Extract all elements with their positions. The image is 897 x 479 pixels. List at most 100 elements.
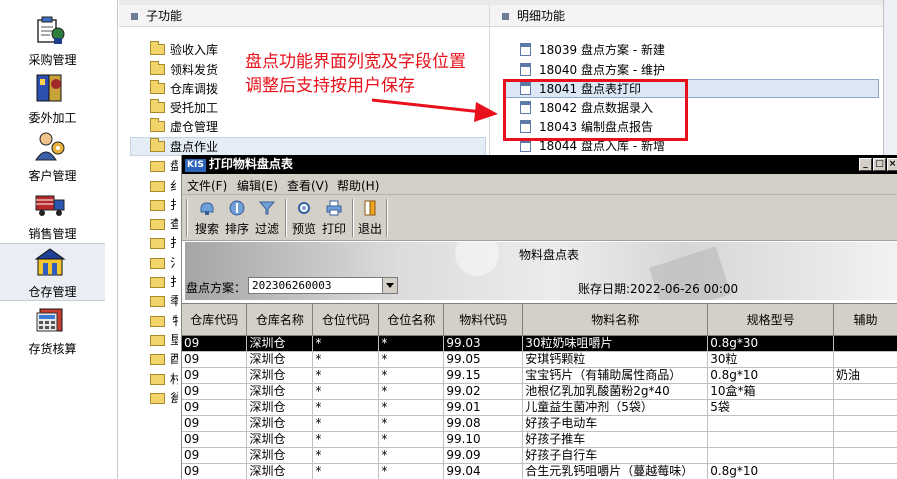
filter-button[interactable]: 过滤 xyxy=(253,198,281,238)
detail-item-18040[interactable]: 18040 盘点方案 - 维护 xyxy=(520,61,665,80)
nav-item-inventory-accounting[interactable]: 存货核算 xyxy=(0,301,105,359)
chevron-down-icon[interactable] xyxy=(382,278,397,293)
column-header[interactable]: 仓库名称 xyxy=(246,304,314,336)
table-cell xyxy=(707,447,835,464)
nav-item-customer[interactable]: 客户管理 xyxy=(0,128,105,186)
detail-item-18039[interactable]: 18039 盘点方案 - 新建 xyxy=(520,41,665,60)
preview-icon xyxy=(298,202,310,214)
annotation-highlight-box xyxy=(503,79,688,141)
tree-item-partial[interactable]: 扌 xyxy=(170,196,178,215)
table-row[interactable]: 09 深圳仓 * * 99.10 好孩子推车 xyxy=(182,431,897,448)
table-cell: * xyxy=(378,399,445,416)
close-icon[interactable]: × xyxy=(887,158,897,171)
folder-icon xyxy=(150,200,165,211)
tree-item-partial[interactable]: 秊 xyxy=(170,292,178,311)
table-cell xyxy=(707,415,835,432)
tree-item-acceptance-inbound[interactable]: 验收入库 xyxy=(150,41,218,60)
nav-label: 存货核算 xyxy=(28,342,77,356)
table-row[interactable]: 09 深圳仓 * * 99.01 儿童益生菌冲剂（5袋） 5袋 xyxy=(182,399,897,416)
table-cell: * xyxy=(378,383,445,400)
table-row[interactable]: 09 深圳仓 * * 99.09 好孩子自行车 xyxy=(182,447,897,464)
tree-item-partial[interactable]: 氵 xyxy=(170,254,178,273)
table-cell: 99.09 xyxy=(443,447,524,464)
document-icon xyxy=(520,43,531,56)
column-header[interactable]: 辅助 xyxy=(833,304,897,336)
tree-item-partial[interactable]: 村 xyxy=(170,370,178,389)
tree-item-material-issue[interactable]: 领料发货 xyxy=(150,61,218,80)
column-header[interactable]: 规格型号 xyxy=(707,304,835,336)
minimize-icon[interactable]: _ xyxy=(859,158,872,171)
detail-item-name: 盘点方案 - 维护 xyxy=(581,63,665,77)
filter-label: 过滤 xyxy=(254,222,279,236)
table-cell: 99.08 xyxy=(443,415,524,432)
table-row[interactable]: 09 深圳仓 * * 99.15 宝宝钙片（有辅助属性商品） 0.8g*10 奶油 xyxy=(182,367,897,384)
folder-icon xyxy=(150,316,165,327)
tree-item-partial[interactable]: 瓮 xyxy=(170,389,178,408)
table-cell: 99.02 xyxy=(443,383,524,400)
table-cell: * xyxy=(312,447,380,464)
table-cell: * xyxy=(312,463,380,479)
table-row[interactable]: 09 深圳仓 * * 99.02 池根亿乳加乳酸菌粉2g*40 10盒*箱 xyxy=(182,383,897,400)
search-label: 搜索 xyxy=(194,222,219,236)
folder-open-icon xyxy=(150,138,165,152)
table-row[interactable]: 09 深圳仓 * * 99.03 30粒奶味咀嚼片 0.8g*30 xyxy=(182,335,897,352)
table-cell xyxy=(707,431,835,448)
column-header[interactable]: 仓库代码 xyxy=(182,304,248,336)
column-header[interactable]: 物料代码 xyxy=(443,304,524,336)
table-cell xyxy=(833,415,897,432)
column-header[interactable]: 仓位代码 xyxy=(312,304,380,336)
tree-item-stocktaking[interactable]: 盘点作业 xyxy=(130,137,486,156)
tree-item-partial[interactable]: 盘 xyxy=(170,157,178,176)
table-cell: 0.8g*30 xyxy=(707,335,835,352)
table-cell: * xyxy=(312,431,380,448)
tree-item-partial[interactable]: 垦 xyxy=(170,331,178,350)
folder-icon xyxy=(150,61,165,75)
menu-file[interactable]: 文件(F) xyxy=(187,177,227,194)
table-cell: 深圳仓 xyxy=(246,415,314,432)
tree-item-virtual-warehouse[interactable]: 虚仓管理 xyxy=(150,118,218,137)
exit-button[interactable]: 退出 xyxy=(356,198,384,238)
tree-item-label: 受托加工 xyxy=(170,101,219,115)
tree-item-transfer[interactable]: 仓库调拨 xyxy=(150,80,218,99)
annotation-text: 盘点功能界面列宽及字段位置 调整后支持按用户保存 xyxy=(245,50,495,98)
tree-item-consigned-processing[interactable]: 受托加工 xyxy=(150,99,218,118)
nav-item-outsourcing[interactable]: 委外加工 xyxy=(0,70,105,128)
print-button[interactable]: 打印 xyxy=(320,198,348,238)
table-cell: 09 xyxy=(182,463,248,479)
nav-item-warehouse[interactable]: 仓存管理 xyxy=(0,243,105,301)
table-cell: 深圳仓 xyxy=(246,399,314,416)
window-titlebar[interactable]: KIS 打印物料盘点表 _ □ × xyxy=(182,155,897,174)
tree-item-partial[interactable]: 牜 xyxy=(170,312,178,331)
tree-item-partial[interactable]: 酉 xyxy=(170,350,178,369)
menu-help[interactable]: 帮助(H) xyxy=(337,177,379,194)
maximize-icon[interactable]: □ xyxy=(873,158,886,171)
column-header[interactable]: 仓位名称 xyxy=(378,304,445,336)
scheme-select[interactable]: 202306260003 xyxy=(248,277,398,294)
table-cell: 09 xyxy=(182,335,248,352)
table-row[interactable]: 09 深圳仓 * * 99.08 好孩子电动车 xyxy=(182,415,897,432)
table-row[interactable]: 09 深圳仓 * * 99.04 合生元乳钙咀嚼片（蔓越莓味） 0.8g*10 xyxy=(182,463,897,479)
preview-label: 预览 xyxy=(291,222,316,236)
table-cell: 99.04 xyxy=(443,463,524,479)
column-header[interactable]: 物料名称 xyxy=(522,304,709,336)
purchase-icon xyxy=(37,16,65,44)
nav-item-sales[interactable]: 销售管理 xyxy=(0,186,105,244)
nav-item-purchase[interactable]: 采购管理 xyxy=(0,12,105,70)
table-cell xyxy=(833,335,897,352)
sort-button[interactable]: 排序 xyxy=(223,198,251,238)
search-button[interactable]: 搜索 xyxy=(193,198,221,238)
tree-item-partial[interactable]: 扌 xyxy=(170,273,178,292)
table-cell: 99.05 xyxy=(443,351,524,368)
tree-item-partial[interactable]: 扌 xyxy=(170,234,178,253)
table-row[interactable]: 09 深圳仓 * * 99.05 安琪钙颗粒 30粒 xyxy=(182,351,897,368)
preview-button[interactable]: 预览 xyxy=(290,198,318,238)
tree-item-partial[interactable]: 查 xyxy=(170,215,178,234)
document-icon xyxy=(520,63,531,76)
table-cell: 99.15 xyxy=(443,367,524,384)
table-cell xyxy=(833,447,897,464)
tree-item-partial[interactable]: 纟 xyxy=(170,177,178,196)
table-cell: 09 xyxy=(182,447,248,464)
menu-view[interactable]: 查看(V) xyxy=(287,177,329,194)
menu-edit[interactable]: 编辑(E) xyxy=(237,177,278,194)
table-cell: * xyxy=(378,351,445,368)
